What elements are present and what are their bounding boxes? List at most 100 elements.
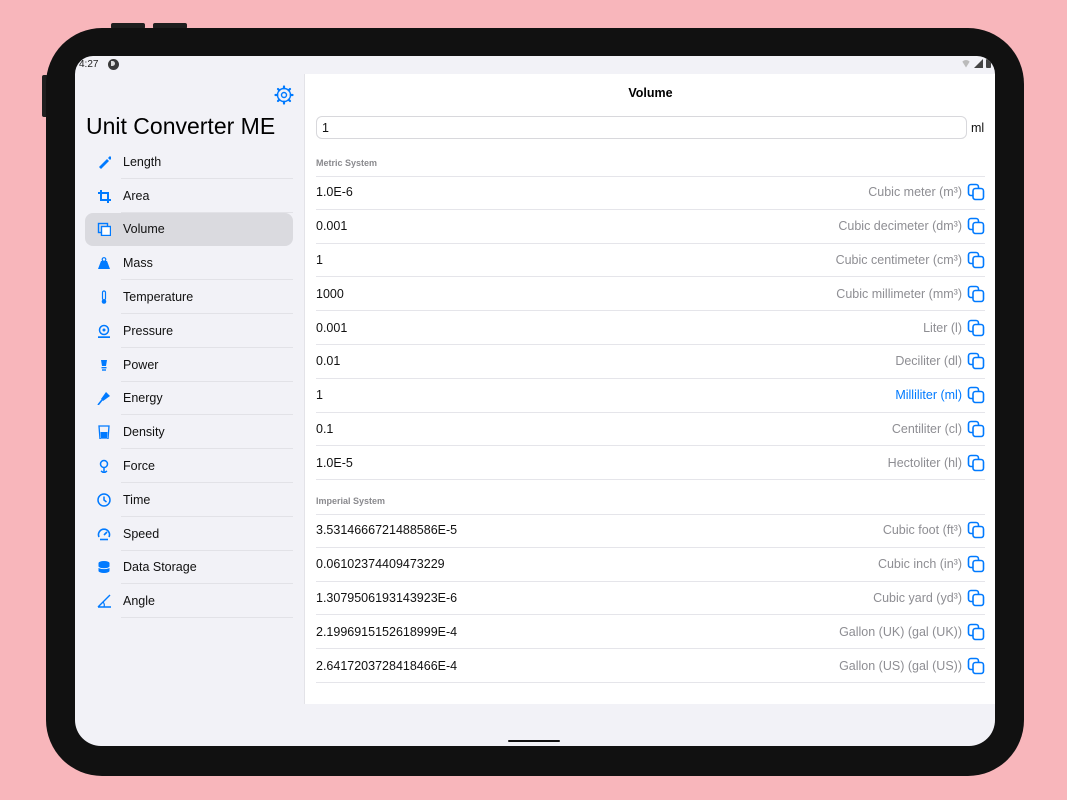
sidebar: Unit Converter ME Length Area Volume Mass Te… <box>75 74 304 704</box>
sidebar-item-label: Angle <box>123 594 155 609</box>
result-value: 0.001 <box>316 320 348 335</box>
result-row[interactable]: 1.0E-6 Cubic meter (m³) <box>316 176 985 210</box>
category-list: Length Area Volume Mass Temperature Pressure P… <box>85 145 293 618</box>
copy-icon[interactable] <box>967 285 985 303</box>
copy-icon[interactable] <box>967 217 985 235</box>
status-icons <box>961 59 991 68</box>
sidebar-item-label: Temperature <box>123 290 194 305</box>
result-row[interactable]: 0.001 Cubic decimeter (dm³) <box>316 210 985 244</box>
result-value: 0.06102374409473229 <box>316 557 445 572</box>
result-value: 1000 <box>316 286 344 301</box>
result-row[interactable]: 0.06102374409473229 Cubic inch (in³) <box>316 548 985 582</box>
result-value: 1.3079506193143923E-6 <box>316 590 458 605</box>
result-unit: Cubic foot (ft³) <box>882 523 962 538</box>
result-unit: Cubic decimeter (dm³) <box>838 219 962 234</box>
notification-icon <box>108 59 119 70</box>
sidebar-item-label: Speed <box>123 526 160 541</box>
result-value: 3.5314666721488586E-5 <box>316 523 458 538</box>
ruler-icon <box>85 155 123 169</box>
sidebar-item-temperature[interactable]: Temperature <box>85 280 293 314</box>
force-icon <box>85 459 123 474</box>
sidebar-item-angle[interactable]: Angle <box>85 584 293 618</box>
sidebar-item-label: Force <box>123 459 155 474</box>
screen: 4:27 Unit Converter ME Length Area Volum… <box>75 56 995 746</box>
database-icon <box>85 560 123 574</box>
sidebar-item-label: Energy <box>123 391 163 406</box>
page-title: Volume <box>628 86 673 100</box>
copy-icon[interactable] <box>967 183 985 201</box>
sidebar-item-power[interactable]: Power <box>85 348 293 382</box>
result-row[interactable]: 3.5314666721488586E-5 Cubic foot (ft³) <box>316 514 985 548</box>
copy-icon[interactable] <box>967 352 985 370</box>
sidebar-item-time[interactable]: Time <box>85 483 293 517</box>
sidebar-item-label: Time <box>123 492 151 507</box>
settings-gear-icon[interactable] <box>274 85 294 105</box>
result-unit: Cubic centimeter (cm³) <box>835 252 962 267</box>
result-list: 1.0E-6 Cubic meter (m³) 0.001 Cubic decimet… <box>316 176 985 481</box>
signal-icon <box>974 59 983 68</box>
result-row[interactable]: 1000 Cubic millimeter (mm³) <box>316 277 985 312</box>
home-indicator[interactable] <box>508 740 560 742</box>
result-unit: Cubic yard (yd³) <box>873 590 962 605</box>
copy-icon[interactable] <box>967 386 985 404</box>
copy-icon[interactable] <box>967 319 985 337</box>
result-row[interactable]: 0.01 Deciliter (dl) <box>316 345 985 379</box>
result-unit: Hectoliter (hl) <box>887 455 962 470</box>
value-input[interactable] <box>316 116 967 139</box>
copy-icon[interactable] <box>967 521 985 539</box>
copy-icon[interactable] <box>967 555 985 573</box>
status-bar: 4:27 <box>75 56 995 74</box>
result-unit: Cubic meter (m³) <box>868 185 962 200</box>
result-row[interactable]: 1 Cubic centimeter (cm³) <box>316 244 985 278</box>
result-value: 1 <box>316 252 323 267</box>
energy-icon <box>85 391 123 406</box>
result-unit: Cubic millimeter (mm³) <box>836 286 962 301</box>
result-unit: Centiliter (cl) <box>891 421 962 436</box>
result-value: 2.6417203728418466E-4 <box>316 658 458 673</box>
sidebar-item-area[interactable]: Area <box>85 179 293 213</box>
result-row[interactable]: 0.001 Liter (l) <box>316 311 985 345</box>
result-list: 3.5314666721488586E-5 Cubic foot (ft³) 0.0… <box>316 514 985 683</box>
sidebar-item-label: Length <box>123 154 162 169</box>
sidebar-item-force[interactable]: Force <box>85 449 293 483</box>
result-value: 0.001 <box>316 219 348 234</box>
copy-icon[interactable] <box>967 251 985 269</box>
result-row[interactable]: 1.0E-5 Hectoliter (hl) <box>316 446 985 481</box>
sidebar-item-label: Volume <box>123 222 165 237</box>
sidebar-item-speed[interactable]: Speed <box>85 517 293 551</box>
result-unit: Liter (l) <box>923 320 962 335</box>
sidebar-item-volume[interactable]: Volume <box>85 212 293 247</box>
copy-icon[interactable] <box>967 454 985 472</box>
sidebar-item-label: Density <box>123 425 165 440</box>
volume-icon <box>85 222 123 237</box>
result-value: 0.1 <box>316 421 334 436</box>
sidebar-item-density[interactable]: Density <box>85 415 293 449</box>
crop-icon <box>85 189 123 203</box>
result-unit: Deciliter (dl) <box>895 354 962 369</box>
result-unit: Milliliter (ml) <box>895 388 962 403</box>
bulb-icon <box>85 358 123 372</box>
density-icon <box>85 425 123 440</box>
result-row[interactable]: 0.1 Centiliter (cl) <box>316 413 985 447</box>
result-unit: Cubic inch (in³) <box>877 557 962 572</box>
copy-icon[interactable] <box>967 420 985 438</box>
result-row[interactable]: 1 Milliliter (ml) <box>316 379 985 413</box>
copy-icon[interactable] <box>967 623 985 641</box>
sidebar-item-energy[interactable]: Energy <box>85 382 293 416</box>
section-header: Imperial System <box>316 496 386 506</box>
sidebar-item-label: Mass <box>123 256 153 271</box>
copy-icon[interactable] <box>967 589 985 607</box>
sidebar-item-length[interactable]: Length <box>85 145 293 179</box>
result-value: 1.0E-6 <box>316 185 353 200</box>
sidebar-item-pressure[interactable]: Pressure <box>85 314 293 348</box>
sidebar-item-data-storage[interactable]: Data Storage <box>85 551 293 585</box>
weight-icon <box>85 256 123 270</box>
sidebar-item-mass[interactable]: Mass <box>85 246 293 280</box>
app-title: Unit Converter ME <box>86 113 276 139</box>
result-row[interactable]: 1.3079506193143923E-6 Cubic yard (yd³) <box>316 582 985 616</box>
result-row[interactable]: 2.1996915152618999E-4 Gallon (UK) (gal (U… <box>316 615 985 650</box>
result-row[interactable]: 2.6417203728418466E-4 Gallon (US) (gal (U… <box>316 649 985 683</box>
result-value: 0.01 <box>316 354 341 369</box>
sidebar-item-label: Data Storage <box>123 560 197 575</box>
copy-icon[interactable] <box>967 657 985 675</box>
